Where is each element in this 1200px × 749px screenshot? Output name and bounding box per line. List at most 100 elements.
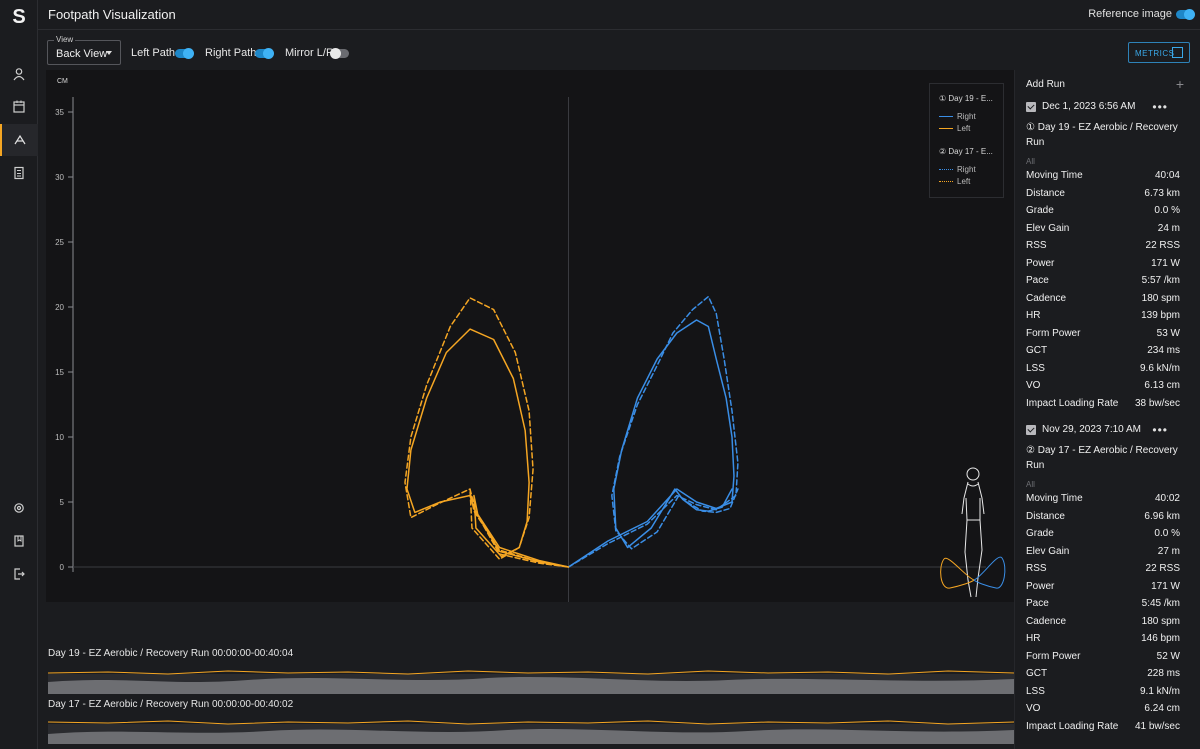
timeline-run1-label: Day 19 - EZ Aerobic / Recovery Run 00:00… [48, 648, 294, 659]
series-line-1 [567, 319, 735, 568]
chevron-down-icon [106, 51, 112, 55]
metric-row: LSS 9.6 kN/m [1026, 363, 1180, 380]
metric-value: 171 W [1151, 580, 1180, 592]
metric-row: VO 6.13 cm [1026, 380, 1180, 397]
metric-row: Impact Loading Rate 38 bw/sec [1026, 398, 1180, 415]
app-logo[interactable]: S [8, 6, 30, 28]
legend-group-1-title: ① Day 19 - E... [939, 94, 993, 103]
metric-row: VO 6.24 cm [1026, 703, 1180, 720]
series-line-3 [567, 295, 739, 568]
metric-label: Elev Gain [1026, 222, 1070, 234]
y-axis-label: CM [57, 78, 68, 85]
timeline-run1-track[interactable] [48, 664, 1014, 694]
metrics-button[interactable]: METRICS [1128, 42, 1190, 63]
more-icon[interactable]: ••• [1152, 100, 1168, 114]
calculator-nav-button[interactable] [0, 157, 38, 189]
metric-label: Cadence [1026, 292, 1067, 304]
y-tick-label: 10 [55, 433, 64, 442]
footpath-icon [14, 134, 26, 145]
metric-value: 171 W [1151, 257, 1180, 269]
metric-row: LSS 9.1 kN/m [1026, 686, 1180, 703]
footpath-nav-button[interactable] [0, 124, 38, 156]
logout-nav-button[interactable] [0, 558, 38, 590]
view-select-label: View [54, 35, 76, 44]
metric-label: HR [1026, 633, 1041, 644]
metric-value: 139 bpm [1141, 310, 1180, 321]
metric-label: RSS [1026, 563, 1047, 574]
metric-row: Distance 6.73 km [1026, 188, 1180, 205]
plus-icon[interactable]: + [1176, 76, 1184, 92]
metric-row: Moving Time 40:04 [1026, 170, 1180, 187]
run1-checkbox[interactable] [1026, 101, 1036, 112]
right-path-toggle[interactable] [255, 48, 274, 59]
add-run-label: Add Run [1026, 79, 1065, 90]
metric-value: 9.1 kN/m [1139, 685, 1180, 697]
metric-label: Distance [1026, 187, 1065, 199]
view-controls: View Back View Left Path Right Path Mirr… [38, 30, 1200, 70]
metric-label: Grade [1026, 528, 1054, 539]
calendar-nav-button[interactable] [0, 90, 38, 122]
reference-image-toggle[interactable] [1176, 9, 1195, 20]
timeline-run2-track[interactable] [48, 714, 1014, 744]
book-icon [14, 535, 24, 547]
metric-row: Form Power 53 W [1026, 328, 1180, 345]
view-select[interactable]: View Back View [47, 35, 121, 65]
settings-nav-button[interactable] [0, 492, 38, 524]
metric-value: 180 spm [1141, 615, 1180, 627]
calendar-icon [13, 100, 25, 113]
metric-value: 180 spm [1141, 292, 1180, 304]
y-tick-label: 25 [55, 238, 64, 247]
legend-item-run1-right: Right [939, 112, 976, 121]
runner-figure-image [940, 467, 1006, 598]
metric-row: Pace 5:57 /km [1026, 275, 1180, 292]
y-tick-label: 15 [55, 368, 64, 377]
metric-value: 0.0 % [1154, 528, 1180, 539]
metric-row: Form Power 52 W [1026, 651, 1180, 668]
metric-label: Power [1026, 257, 1055, 269]
legend-item-run2-right: Right [939, 165, 976, 174]
logout-icon [14, 568, 25, 580]
y-tick-label: 30 [55, 173, 64, 182]
metric-row: Grade 0.0 % [1026, 528, 1180, 545]
y-tick-label: 0 [60, 563, 65, 572]
run1-filter[interactable]: All [1026, 157, 1035, 166]
metric-label: GCT [1026, 345, 1048, 356]
left-nav: S [0, 0, 38, 749]
guide-nav-button[interactable] [0, 525, 38, 557]
run-timelines: Day 19 - EZ Aerobic / Recovery Run 00:00… [38, 602, 1014, 749]
more-icon[interactable]: ••• [1152, 423, 1168, 437]
metric-value: 6.73 km [1144, 187, 1180, 199]
run2-date: Nov 29, 2023 7:10 AM [1042, 424, 1141, 435]
footpath-chart-svg: 05101520253035-25-20-15-10-505101520CMCM [55, 78, 986, 602]
run2-checkbox[interactable] [1026, 424, 1036, 435]
metric-row: HR 146 bpm [1026, 633, 1180, 650]
metric-label: Impact Loading Rate [1026, 397, 1119, 409]
left-path-toggle[interactable] [175, 48, 194, 59]
metric-row: HR 139 bpm [1026, 310, 1180, 327]
run1-name: ① Day 19 - EZ Aerobic / Recovery Run [1026, 122, 1178, 148]
view-select-value: Back View [56, 48, 108, 60]
user-nav-button[interactable] [0, 58, 38, 90]
metric-value: 53 W [1156, 327, 1180, 339]
metric-value: 6.13 cm [1144, 380, 1180, 391]
metric-value: 22 RSS [1145, 240, 1180, 251]
chart-legend: ① Day 19 - E... Right Left ② Day 17 - E.… [929, 83, 1004, 198]
metric-value: 38 bw/sec [1134, 397, 1180, 409]
gear-icon [14, 503, 24, 513]
footpath-chart: 05101520253035-25-20-15-10-505101520CMCM… [46, 70, 1014, 602]
run2-name: ② Day 17 - EZ Aerobic / Recovery Run [1026, 445, 1178, 471]
metric-row: Power 171 W [1026, 258, 1180, 275]
mirror-toggle[interactable] [330, 48, 349, 59]
metric-label: Form Power [1026, 650, 1081, 662]
metric-row: Elev Gain 27 m [1026, 546, 1180, 563]
metric-label: Distance [1026, 510, 1065, 522]
metric-row: GCT 234 ms [1026, 345, 1180, 362]
metric-value: 228 ms [1147, 668, 1180, 679]
run2-filter[interactable]: All [1026, 480, 1035, 489]
metric-label: GCT [1026, 668, 1048, 679]
metric-value: 6.24 cm [1144, 703, 1180, 714]
page-title: Footpath Visualization [48, 7, 176, 22]
timeline-run2-label: Day 17 - EZ Aerobic / Recovery Run 00:00… [48, 699, 294, 710]
metric-label: Power [1026, 580, 1055, 592]
metric-value: 40:02 [1154, 493, 1180, 504]
